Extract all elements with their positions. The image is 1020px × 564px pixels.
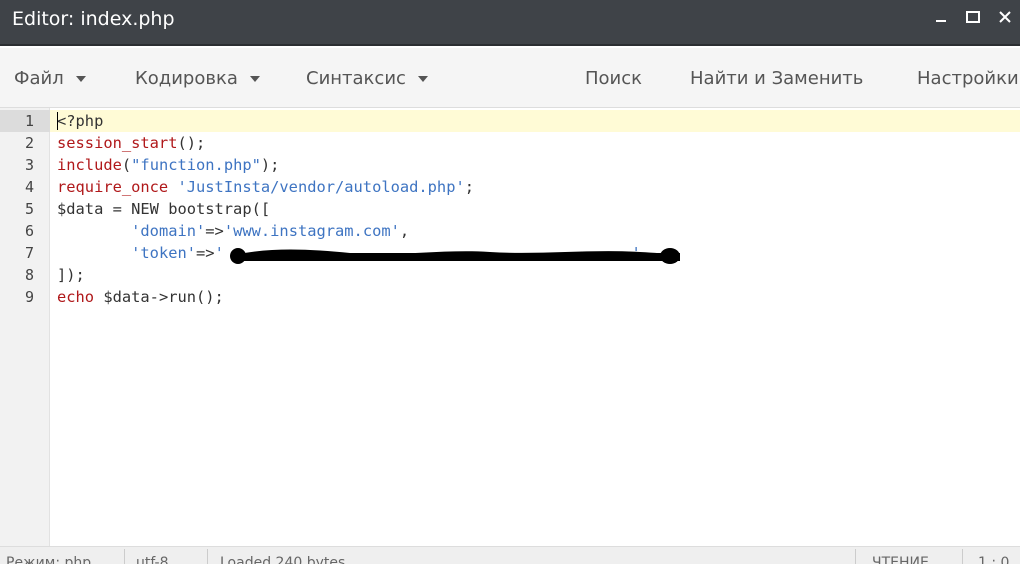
text-cursor bbox=[57, 112, 58, 130]
status-loaded: Loaded 240 bytes bbox=[220, 555, 346, 564]
status-encoding: utf-8 bbox=[136, 555, 169, 564]
code-editor[interactable]: 1 2 3 4 5 6 7 8 9 <?php session_start();… bbox=[0, 108, 1020, 546]
status-readonly: ЧТЕНИЕ bbox=[872, 555, 929, 564]
chevron-down-icon bbox=[249, 75, 260, 82]
code-line: echo $data->run(); bbox=[57, 286, 224, 308]
code-text: "function.php" bbox=[131, 156, 261, 174]
code-text: 'JustInsta/vendor/autoload.php' bbox=[177, 178, 465, 196]
code-text: session_start bbox=[57, 134, 178, 152]
code-line: require_once 'JustInsta/vendor/autoload.… bbox=[57, 176, 474, 198]
code-line: ]); bbox=[57, 264, 85, 286]
find-replace-button[interactable]: Найти и Заменить bbox=[690, 68, 863, 89]
close-icon[interactable] bbox=[996, 8, 1014, 26]
line-number: 2 bbox=[24, 134, 34, 152]
code-line: session_start(); bbox=[57, 132, 205, 154]
syntax-menu-label: Синтаксис bbox=[306, 68, 406, 89]
line-number: 6 bbox=[24, 222, 34, 240]
code-text: 'token' bbox=[131, 244, 197, 262]
line-number: 5 bbox=[24, 200, 34, 218]
window-title: Editor: index.php bbox=[12, 8, 175, 30]
code-text: <?php bbox=[57, 112, 104, 130]
active-line-highlight bbox=[0, 110, 1020, 132]
window-controls bbox=[932, 8, 1014, 26]
status-divider bbox=[962, 549, 963, 564]
line-number: 1 bbox=[24, 112, 34, 130]
code-text: $data->run(); bbox=[94, 288, 224, 306]
code-line: 'domain'=>'www.instagram.com', bbox=[57, 220, 409, 242]
code-text: echo bbox=[57, 288, 95, 306]
code-text: ]); bbox=[57, 266, 85, 284]
line-number: 3 bbox=[24, 156, 34, 174]
code-text: require_once bbox=[57, 178, 169, 196]
line-number: 8 bbox=[24, 266, 34, 284]
code-text: ( bbox=[121, 156, 132, 174]
status-cursor-position: 1 : 0 bbox=[978, 555, 1010, 564]
code-text: include bbox=[57, 156, 122, 174]
code-text: => bbox=[205, 222, 224, 240]
search-button[interactable]: Поиск bbox=[585, 68, 642, 89]
code-line: include("function.php"); bbox=[57, 154, 279, 176]
chevron-down-icon bbox=[417, 75, 428, 82]
status-bar: Режим: php utf-8 Loaded 240 bytes ЧТЕНИЕ… bbox=[0, 546, 1020, 564]
status-divider bbox=[124, 549, 125, 564]
code-text: ; bbox=[464, 178, 475, 196]
redaction-scribble bbox=[230, 248, 680, 264]
encoding-menu-label: Кодировка bbox=[135, 68, 238, 89]
maximize-icon[interactable] bbox=[964, 8, 982, 26]
syntax-menu[interactable]: Синтаксис bbox=[306, 68, 428, 89]
file-menu-label: Файл bbox=[14, 68, 64, 89]
status-divider bbox=[207, 549, 208, 564]
line-number: 4 bbox=[24, 178, 34, 196]
menu-bar: Файл Кодировка Синтаксис Поиск Найти и З… bbox=[0, 48, 1020, 108]
status-mode: Режим: php bbox=[6, 555, 92, 564]
code-text: , bbox=[399, 222, 410, 240]
code-text: 'www.instagram.com' bbox=[223, 222, 400, 240]
code-text: $data = NEW bootstrap([ bbox=[57, 200, 271, 218]
code-text: (); bbox=[177, 134, 206, 152]
code-text: 'domain' bbox=[131, 222, 206, 240]
minimize-icon[interactable] bbox=[932, 8, 950, 26]
title-bar: Editor: index.php bbox=[0, 0, 1020, 46]
line-number: 7 bbox=[24, 244, 34, 262]
code-line: $data = NEW bootstrap([ bbox=[57, 198, 270, 220]
status-divider bbox=[855, 549, 856, 564]
chevron-down-icon bbox=[75, 75, 86, 82]
encoding-menu[interactable]: Кодировка bbox=[135, 68, 260, 89]
settings-button[interactable]: Настройки bbox=[917, 68, 1019, 89]
code-text: ); bbox=[260, 156, 280, 174]
code-text: => bbox=[196, 244, 215, 262]
file-menu[interactable]: Файл bbox=[14, 68, 86, 89]
code-line: <?php bbox=[57, 110, 103, 132]
line-number: 9 bbox=[24, 288, 34, 306]
